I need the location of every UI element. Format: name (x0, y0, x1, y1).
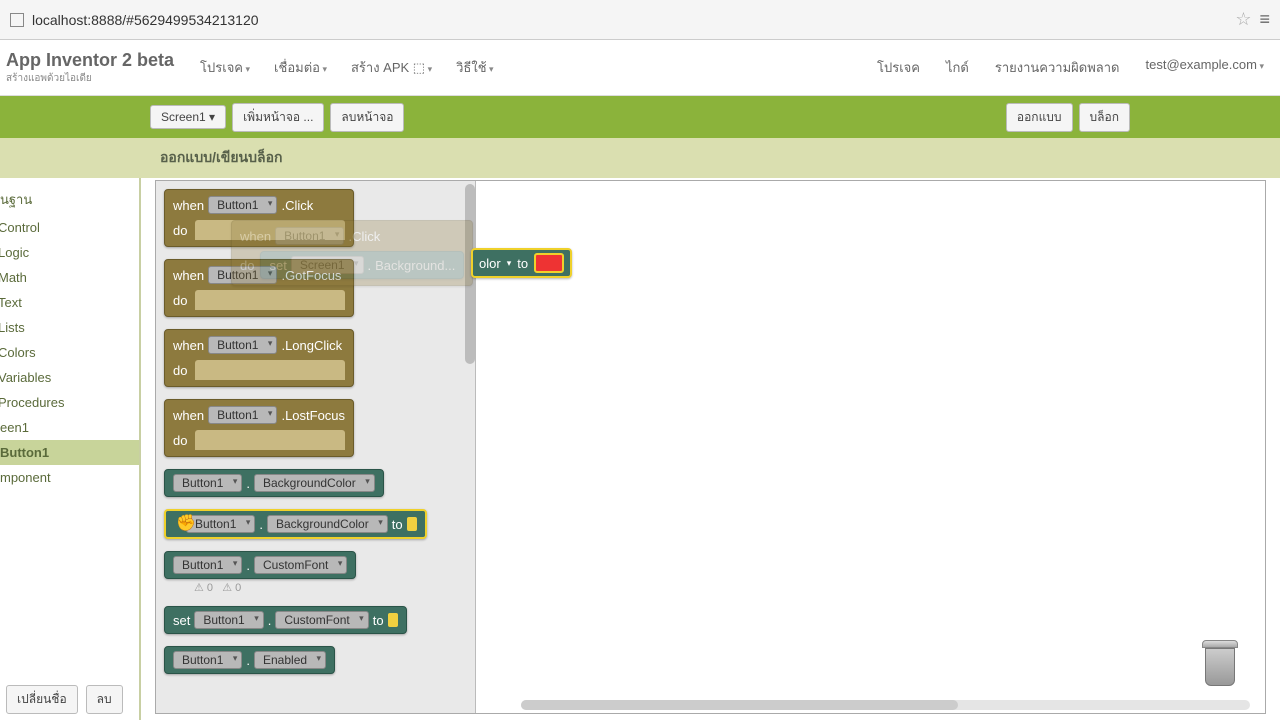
nav-right: โปรเจค ไกด์ รายงานความผิดพลาด test@examp… (867, 51, 1274, 84)
screen-toolbar: Screen1 ▾ เพิ่มหน้าจอ ... ลบหน้าจอ ออกแบ… (0, 96, 1280, 138)
designer-button[interactable]: ออกแบบ (1006, 103, 1073, 132)
blocks-palette: นฐาน Control Logic Math Text Lists Color… (0, 178, 141, 720)
trash-icon[interactable] (1200, 640, 1240, 690)
cat-control[interactable]: Control (0, 215, 139, 240)
nav-projects[interactable]: โปรเจค (190, 51, 260, 84)
nav-help[interactable]: วิธีใช้ (446, 51, 503, 84)
browser-menu-icon[interactable]: ≡ (1259, 9, 1270, 30)
property-dropdown[interactable]: CustomFont (254, 556, 347, 574)
url-text[interactable]: localhost:8888/#5629499534213120 (32, 12, 1227, 28)
blocks-button[interactable]: บล็อก (1079, 103, 1130, 132)
rename-button[interactable]: เปลี่ยนชื่อ (6, 685, 78, 714)
workspace-hscroll[interactable] (521, 700, 1250, 710)
block-set-bgcolor[interactable]: Button1 . BackgroundColor to ✊ (164, 509, 467, 539)
block-when-longclick[interactable]: when Button1 .LongClick do (164, 329, 467, 387)
add-screen-button[interactable]: เพิ่มหน้าจอ ... (232, 103, 324, 132)
screen-selector[interactable]: Screen1 ▾ (150, 105, 226, 129)
address-bar: localhost:8888/#5629499534213120 ☆ ≡ (0, 0, 1280, 40)
block-when-click[interactable]: when Button1 .Click do (164, 189, 467, 247)
blocks-workspace[interactable]: when Button1 .Click do when Button1 .Got… (141, 178, 1280, 720)
delete-button[interactable]: ลบ (86, 685, 123, 714)
hscroll-thumb[interactable] (521, 700, 958, 710)
property-dropdown[interactable]: BackgroundColor (267, 515, 388, 533)
property-dropdown[interactable]: Enabled (254, 651, 326, 669)
component-dropdown[interactable]: Button1 (173, 556, 242, 574)
nav-user[interactable]: test@example.com (1136, 51, 1275, 84)
color-value-red[interactable] (534, 253, 564, 273)
main-nav: โปรเจค เชื่อมต่อ สร้าง APK ⬚ วิธีใช้ (190, 51, 504, 84)
component-dropdown[interactable]: Button1 (208, 266, 277, 284)
nav-report[interactable]: รายงานความผิดพลาด (985, 51, 1130, 84)
cat-builtin[interactable]: นฐาน (0, 184, 139, 215)
cat-text[interactable]: Text (0, 290, 139, 315)
component-dropdown[interactable]: Button1 (208, 406, 277, 424)
property-dropdown[interactable]: CustomFont (275, 611, 368, 629)
block-get-enabled[interactable]: Button1 . Enabled (164, 646, 467, 674)
blocks-flyout[interactable]: when Button1 .Click do when Button1 .Got… (156, 181, 476, 713)
cat-variables[interactable]: Variables (0, 365, 139, 390)
cat-colors[interactable]: Colors (0, 340, 139, 365)
cat-procedures[interactable]: Procedures (0, 390, 139, 415)
block-get-customfont[interactable]: Button1 . CustomFont ⚠ 0 ⚠ 0 (164, 551, 467, 594)
nav-guide[interactable]: ไกด์ (936, 51, 979, 84)
brand-title: App Inventor 2 beta (6, 50, 174, 71)
component-dropdown[interactable]: Button1 (173, 651, 242, 669)
component-dropdown[interactable]: Button1 (186, 515, 255, 533)
cat-any-component[interactable]: mponent (0, 465, 139, 490)
brand-subtitle: สร้างแอพด้วยไอเดีย (6, 71, 174, 86)
block-when-lostfocus[interactable]: when Button1 .LostFocus do (164, 399, 467, 457)
component-dropdown[interactable]: Button1 (208, 336, 277, 354)
component-dropdown[interactable]: Button1 (194, 611, 263, 629)
cat-button1[interactable]: Button1 (0, 440, 139, 465)
section-header: ออกแบบ/เขียนบล็อก (0, 138, 1280, 178)
block-when-gotfocus[interactable]: when Button1 .GotFocus do (164, 259, 467, 317)
nav-connect[interactable]: เชื่อมต่อ (264, 51, 337, 84)
property-dropdown[interactable]: BackgroundColor (254, 474, 375, 492)
block-set-customfont[interactable]: set Button1 . CustomFont to (164, 606, 467, 634)
block-get-bgcolor[interactable]: Button1 . BackgroundColor (164, 469, 467, 497)
palette-bottom: เปลี่ยนชื่อ ลบ (0, 679, 129, 720)
canvas-set-block[interactable]: olor ▾ to (471, 248, 572, 278)
cat-lists[interactable]: Lists (0, 315, 139, 340)
remove-screen-button[interactable]: ลบหน้าจอ (330, 103, 404, 132)
section-title: ออกแบบ/เขียนบล็อก (160, 147, 282, 169)
cat-screen1[interactable]: een1 (0, 415, 139, 440)
page-icon (10, 13, 24, 27)
grab-cursor-icon: ✊ (176, 513, 196, 533)
cat-math[interactable]: Math (0, 265, 139, 290)
nav-build[interactable]: สร้าง APK ⬚ (341, 51, 442, 84)
bookmark-star-icon[interactable]: ☆ (1235, 9, 1251, 30)
component-dropdown[interactable]: Button1 (208, 196, 277, 214)
brand: App Inventor 2 beta สร้างแอพด้วยไอเดีย (6, 50, 174, 86)
app-header: App Inventor 2 beta สร้างแอพด้วยไอเดีย โ… (0, 40, 1280, 96)
cat-logic[interactable]: Logic (0, 240, 139, 265)
nav-my-projects[interactable]: โปรเจค (867, 51, 930, 84)
component-dropdown[interactable]: Button1 (173, 474, 242, 492)
main-area: นฐาน Control Logic Math Text Lists Color… (0, 178, 1280, 720)
